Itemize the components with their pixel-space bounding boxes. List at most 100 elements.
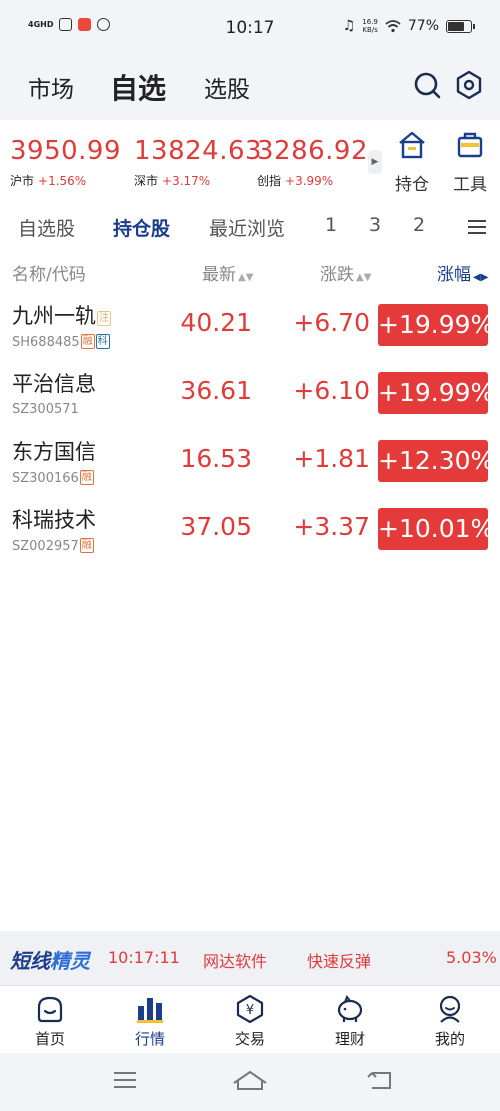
svg-text:¥: ¥ [246,1003,254,1018]
nav-market[interactable]: 行情 [120,994,180,1049]
margin-tag: 融 [79,470,94,485]
home-icon [37,996,63,1023]
stock-code-text: SH688485 [12,335,80,350]
col-pct[interactable]: 涨幅 ◀▶ [437,260,488,285]
nav-label: 交易 [234,1030,265,1048]
stock-code-text: SZ300166 [12,471,79,486]
battery-icon [446,19,475,33]
subtab-watchlist[interactable]: 自选股 [18,214,75,241]
piggy-bank-icon [337,994,363,1022]
stock-change: +3.37 [293,512,370,541]
index-value: 3286.92 [257,136,369,166]
index-shenzhen[interactable]: 13824.63 深市 +3.17% [134,136,262,189]
stock-change: +6.70 [293,308,370,337]
signal-logo: 短线精灵 [10,945,90,974]
stock-change-pct: +19.99% [378,304,494,346]
tool-label: 工具 [453,175,487,195]
chart-icon [137,998,163,1023]
col-latest[interactable]: 最新 ▲▼ [202,260,253,285]
stock-latest-price: 37.05 [180,512,252,541]
stock-code: SZ002957 融 [12,538,94,554]
sub-tabs: 自选股 持仓股 最近浏览 1 3 2 [0,208,500,248]
recent-apps-icon[interactable] [112,1069,138,1091]
nav-trade[interactable]: ¥ 交易 [220,994,280,1049]
index-bar: 3950.99 沪市 +1.56% 13824.63 深市 +3.17% 3286.… [0,120,500,200]
settings-icon[interactable] [454,70,484,100]
index-chinext[interactable]: 3286.92 创指 +3.99% [257,136,368,189]
stock-code: SZ300166 融 [12,470,94,486]
sort-icon: ▲▼ [356,272,372,283]
subtab-recent[interactable]: 最近浏览 [209,214,285,241]
registration-tag: 注 [97,311,111,326]
system-nav-bar [0,1053,500,1111]
table-row[interactable]: 东方国信 SZ300166 融 16.53 +1.81 +12.30% [0,430,500,498]
more-indices-arrow-icon[interactable]: ▶ [368,150,382,174]
tab-stock-picker[interactable]: 选股 [204,70,250,104]
stock-change-pct: +19.99% [378,372,494,414]
nav-label: 首页 [34,1030,65,1048]
star-market-tag: 科 [95,334,110,349]
yuan-icon: ¥ [236,994,264,1024]
speed-unit: KB/s [362,26,378,34]
stock-name-text: 九州一轨 [12,304,96,328]
sort-icon: ▲▼ [238,272,254,283]
menu-icon[interactable] [468,216,486,234]
toolbox-icon [457,132,483,158]
stock-code-text: SZ002957 [12,539,79,554]
stock-change: +1.81 [293,444,370,473]
col-name-code: 名称/代码 [12,265,86,285]
logo-part2: 精灵 [50,949,90,973]
status-right-icons: ♫ 16.9 KB/s 77% [342,18,475,34]
column-headers: 名称/代码 最新 ▲▼ 涨跌 ▲▼ 涨幅 ◀▶ [0,256,500,288]
stock-change: +6.10 [293,376,370,405]
index-change: +3.17% [162,174,211,188]
tab-market[interactable]: 市场 [28,70,74,104]
search-icon[interactable] [412,70,442,100]
signal-stock: 网达软件 [203,952,268,971]
table-row[interactable]: 科瑞技术 SZ002957 融 37.05 +3.37 +10.01% [0,498,500,566]
subtab-holdings[interactable]: 持仓股 [113,214,170,241]
top-nav: 市场 自选 选股 [0,56,500,120]
speed-value: 16.9 [362,18,378,26]
stock-change-pct: +10.01% [378,508,494,550]
margin-tag: 融 [80,334,95,349]
table-row[interactable]: 平治信息 SZ300571 36.61 +6.10 +19.99% [0,362,500,430]
tools-button[interactable]: 工具 [448,130,492,195]
signal-banner[interactable]: 短线精灵 10:17:11 网达软件 快速反弹 5.03% [0,931,500,985]
index-value: 13824.63 [134,136,263,166]
subtab-group-1[interactable]: 1 [325,214,337,236]
stock-code: SH688485 融科 [12,334,110,350]
stock-latest-price: 40.21 [180,308,252,337]
logo-part1: 短线 [10,949,50,973]
table-row[interactable]: 九州一轨注 SH688485 融科 40.21 +6.70 +19.99% [0,294,500,362]
nav-home[interactable]: 首页 [20,994,80,1049]
index-name: 沪市 [10,174,35,188]
col-pct-label: 涨幅 [437,265,471,285]
nav-label: 理财 [334,1030,365,1048]
index-shanghai[interactable]: 3950.99 沪市 +1.56% [10,136,121,189]
index-value: 3950.99 [10,136,122,166]
stock-latest-price: 36.61 [180,376,252,405]
battery-percent: 77% [407,18,439,34]
nav-label: 行情 [134,1030,165,1048]
tool-label: 持仓 [395,175,429,195]
sort-active-icon: ◀▶ [473,272,489,283]
stock-change-pct: +12.30% [378,440,494,482]
col-change[interactable]: 涨跌 ▲▼ [320,260,371,285]
signal-type: 快速反弹 [307,952,372,971]
stock-code: SZ300571 [12,402,79,417]
subtab-group-2[interactable]: 2 [413,214,425,236]
headphone-icon: ♫ [342,18,356,34]
tab-watchlist[interactable]: 自选 [110,67,166,107]
back-icon[interactable] [366,1069,394,1091]
holdings-button[interactable]: 持仓 [390,130,434,195]
stock-name: 科瑞技术 [12,508,96,532]
signal-value: 5.03% [446,948,497,967]
home-button-icon[interactable] [232,1069,268,1091]
status-bar: 4GHD 10:17 ♫ 16.9 KB/s 77% [0,0,500,56]
profile-icon [439,995,461,1023]
stock-latest-price: 16.53 [180,444,252,473]
subtab-group-3[interactable]: 3 [369,214,381,236]
nav-profile[interactable]: 我的 [420,994,480,1049]
nav-wealth[interactable]: 理财 [320,994,380,1049]
